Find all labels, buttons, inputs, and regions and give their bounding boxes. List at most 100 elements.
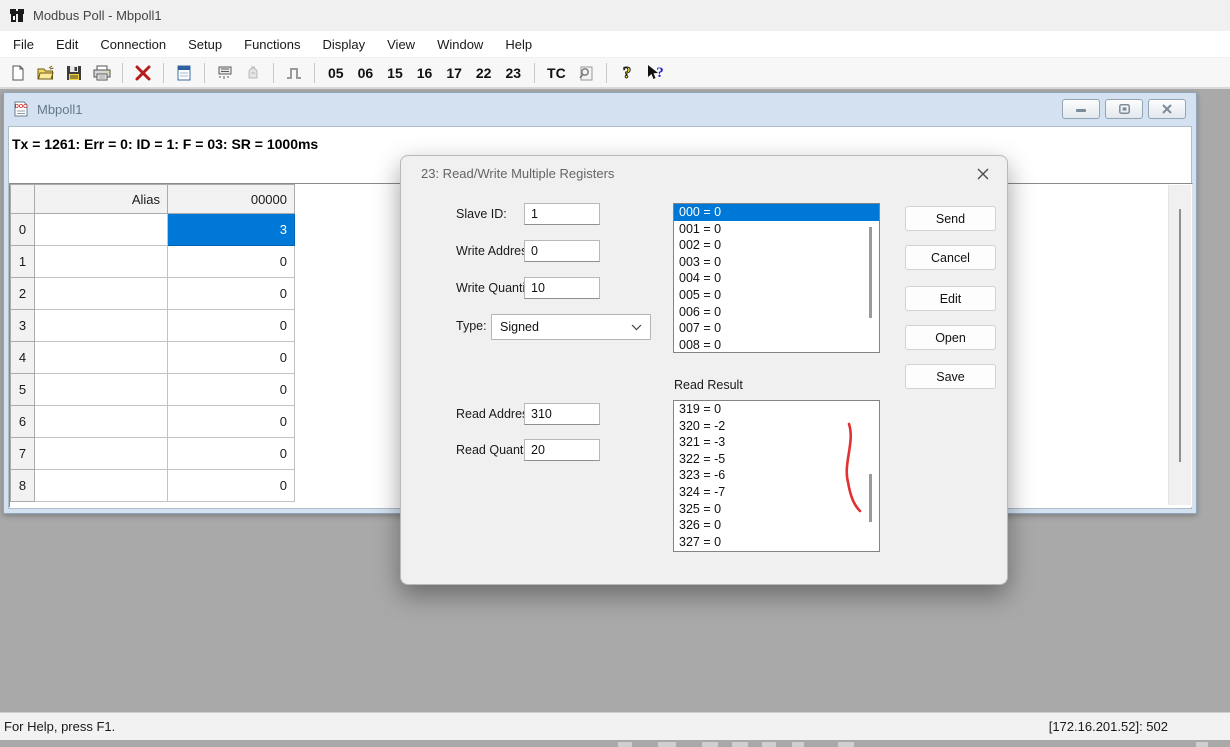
fc16-button[interactable]: 16 [412,65,438,81]
row-header[interactable]: 2 [11,278,35,310]
list-item[interactable]: 322 = -5 [674,451,879,468]
list-item[interactable]: 319 = 0 [674,401,879,418]
alias-cell[interactable] [35,342,168,374]
menu-file[interactable]: File [2,33,45,56]
menu-display[interactable]: Display [312,33,377,56]
setup-window-button[interactable] [172,61,196,85]
menu-functions[interactable]: Functions [233,33,311,56]
value-cell[interactable]: 0 [168,470,295,502]
row-header[interactable]: 8 [11,470,35,502]
menu-window[interactable]: Window [426,33,494,56]
cancel-button[interactable]: Cancel [905,245,996,270]
close-button[interactable] [1148,99,1186,119]
open-button[interactable] [34,61,58,85]
row-header[interactable]: 3 [11,310,35,342]
alias-cell[interactable] [35,374,168,406]
save-button[interactable] [62,61,86,85]
menu-edit[interactable]: Edit [45,33,89,56]
fc06-button[interactable]: 06 [353,65,379,81]
alias-cell[interactable] [35,246,168,278]
type-dropdown[interactable]: Signed [491,314,651,340]
list-item[interactable]: 320 = -2 [674,418,879,435]
print-button[interactable] [90,61,114,85]
fc05-button[interactable]: 05 [323,65,349,81]
fc22-button[interactable]: 22 [471,65,497,81]
list-item[interactable]: 007 = 0 [674,320,879,337]
minimize-icon [1076,105,1086,113]
list-item[interactable]: 004 = 0 [674,270,879,287]
alias-cell[interactable] [35,214,168,246]
alias-cell[interactable] [35,438,168,470]
row-header[interactable]: 7 [11,438,35,470]
menu-setup[interactable]: Setup [177,33,233,56]
list-item[interactable]: 326 = 0 [674,517,879,534]
communication-log-button[interactable] [574,61,598,85]
list-item[interactable]: 008 = 0 [674,337,879,353]
save-button[interactable]: Save [905,364,996,389]
new-button[interactable] [6,61,30,85]
alias-cell[interactable] [35,278,168,310]
help-button[interactable]: ? [615,61,639,85]
test-center-button[interactable]: TC [543,65,570,81]
edit-button[interactable]: Edit [905,286,996,311]
disconnect-icon [245,65,261,81]
fc23-button[interactable]: 23 [500,65,526,81]
slave-id-input[interactable] [524,203,600,225]
alias-cell[interactable] [35,406,168,438]
list-item[interactable]: 324 = -7 [674,484,879,501]
write-quantity-input[interactable] [524,277,600,299]
read-listbox-scrollbar-thumb[interactable] [869,474,872,522]
write-address-input[interactable] [524,240,600,262]
value-cell[interactable]: 0 [168,406,295,438]
value-column-header[interactable]: 00000 [168,185,295,214]
list-item[interactable]: 002 = 0 [674,237,879,254]
app-icon [9,8,26,23]
open-button[interactable]: Open [905,325,996,350]
value-cell-selected[interactable]: 3 [168,214,295,246]
delete-button[interactable] [131,61,155,85]
grid-scrollbar-thumb[interactable] [1179,209,1181,462]
alias-column-header[interactable]: Alias [35,185,168,214]
restore-button[interactable] [1105,99,1143,119]
value-cell[interactable]: 0 [168,438,295,470]
pulse-button[interactable] [282,61,306,85]
fc17-button[interactable]: 17 [441,65,467,81]
menu-connection[interactable]: Connection [89,33,177,56]
row-header[interactable]: 1 [11,246,35,278]
alias-cell[interactable] [35,470,168,502]
alias-cell[interactable] [35,310,168,342]
list-item[interactable]: 325 = 0 [674,501,879,518]
read-quantity-input[interactable] [524,439,600,461]
read-result-listbox[interactable]: 319 = 0320 = -2321 = -3322 = -5323 = -63… [673,400,880,552]
list-item[interactable]: 323 = -6 [674,467,879,484]
list-item[interactable]: 003 = 0 [674,254,879,271]
list-item[interactable]: 000 = 0 [674,204,879,221]
fc15-button[interactable]: 15 [382,65,408,81]
list-item[interactable]: 001 = 0 [674,221,879,238]
list-item[interactable]: 005 = 0 [674,287,879,304]
value-cell[interactable]: 0 [168,278,295,310]
menu-help[interactable]: Help [494,33,543,56]
value-cell[interactable]: 0 [168,246,295,278]
value-cell[interactable]: 0 [168,342,295,374]
list-item[interactable]: 006 = 0 [674,304,879,321]
dialog-close-button[interactable] [973,164,993,184]
send-button[interactable]: Send [905,206,996,231]
write-listbox-scrollbar-thumb[interactable] [869,227,872,318]
write-values-listbox[interactable]: 000 = 0001 = 0002 = 0003 = 0004 = 0005 =… [673,203,880,353]
row-header[interactable]: 4 [11,342,35,374]
disconnect-button[interactable] [241,61,265,85]
value-cell[interactable]: 0 [168,310,295,342]
connect-button[interactable] [213,61,237,85]
context-help-button[interactable]: ? [643,61,667,85]
row-header[interactable]: 5 [11,374,35,406]
minimize-button[interactable] [1062,99,1100,119]
row-header[interactable]: 0 [11,214,35,246]
menu-view[interactable]: View [376,33,426,56]
grid-scrollbar[interactable] [1168,185,1191,505]
value-cell[interactable]: 0 [168,374,295,406]
list-item[interactable]: 321 = -3 [674,434,879,451]
row-header[interactable]: 6 [11,406,35,438]
list-item[interactable]: 327 = 0 [674,534,879,551]
read-address-input[interactable] [524,403,600,425]
